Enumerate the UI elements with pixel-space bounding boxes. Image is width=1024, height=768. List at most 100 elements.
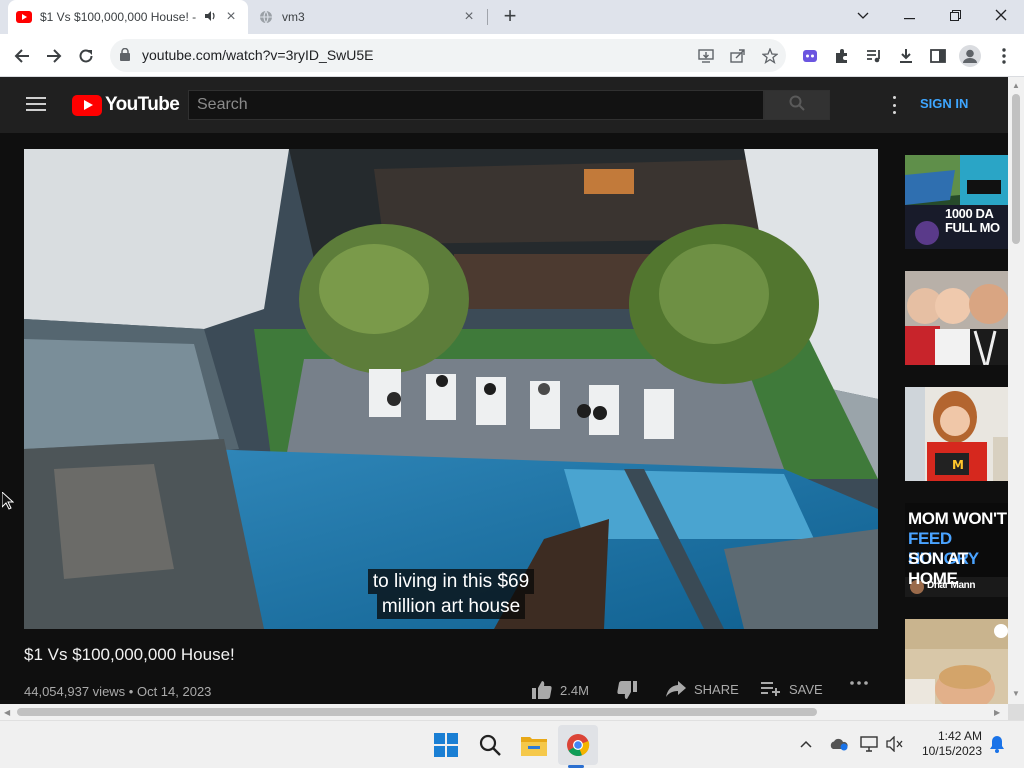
taskbar-search-icon[interactable] xyxy=(470,725,510,765)
recommended-video-5[interactable] xyxy=(905,619,1008,704)
youtube-play-icon xyxy=(72,94,102,116)
youtube-page: YouTube Search SIGN IN to living in this… xyxy=(0,77,1008,704)
dislike-button[interactable] xyxy=(617,681,645,699)
file-explorer-icon[interactable] xyxy=(514,725,554,765)
save-label: SAVE xyxy=(789,681,823,697)
restore-icon[interactable] xyxy=(932,0,978,30)
volume-muted-icon[interactable] xyxy=(884,733,906,755)
network-icon[interactable] xyxy=(858,733,880,755)
thumbnail-channel: Dhar Mann xyxy=(927,580,976,591)
side-panel-icon[interactable] xyxy=(924,42,952,70)
close-tab-icon[interactable]: × xyxy=(460,8,478,26)
recommended-video-4[interactable]: MOM WON'T FEED HUNGRY SON AT HOME Dhar M… xyxy=(905,503,1008,597)
hamburger-menu-icon[interactable] xyxy=(26,97,46,111)
scroll-right-arrow-icon[interactable]: ▶ xyxy=(994,708,1000,717)
address-bar[interactable]: youtube.com/watch?v=3ryID_SwU5E xyxy=(110,39,786,72)
install-app-icon[interactable] xyxy=(695,45,717,67)
forward-icon[interactable] xyxy=(40,42,68,70)
search-icon xyxy=(789,95,805,116)
globe-icon xyxy=(258,9,274,25)
scrollbar-corner xyxy=(1008,704,1024,720)
tab-separator xyxy=(487,9,488,25)
extension-icon[interactable] xyxy=(796,42,824,70)
meta-separator: • xyxy=(125,684,137,699)
windows-start-icon[interactable] xyxy=(426,725,466,765)
thumbs-up-icon xyxy=(532,681,552,699)
tab-vm3[interactable]: vm3 × xyxy=(250,0,486,34)
speaker-icon[interactable] xyxy=(202,10,218,25)
horizontal-scroll-thumb[interactable] xyxy=(17,708,817,716)
video-player[interactable]: to living in this $69 million art house xyxy=(24,149,878,629)
puzzle-extensions-icon[interactable] xyxy=(828,42,856,70)
thumbnail-image xyxy=(905,619,1008,704)
close-window-icon[interactable] xyxy=(978,0,1024,30)
clock-time: 1:42 AM xyxy=(937,729,982,743)
notification-bell-icon[interactable] xyxy=(986,733,1008,755)
url-text: youtube.com/watch?v=3ryID_SwU5E xyxy=(142,47,374,63)
tab-title: vm3 xyxy=(282,10,305,24)
share-icon[interactable] xyxy=(727,45,749,67)
browser-menu-icon[interactable] xyxy=(990,42,1018,70)
download-icon[interactable] xyxy=(892,42,920,70)
youtube-favicon xyxy=(16,9,32,25)
bookmark-star-icon[interactable] xyxy=(759,45,781,67)
thumbnail-image xyxy=(905,271,1008,365)
youtube-masthead: YouTube Search SIGN IN xyxy=(0,77,1008,133)
recommended-video-3[interactable]: M xyxy=(905,387,1008,481)
onedrive-icon[interactable] xyxy=(828,733,850,755)
profile-avatar-icon[interactable] xyxy=(956,42,984,70)
tab-strip: $1 Vs $100,000,000 House! - × vm3 × + xyxy=(0,0,1024,34)
youtube-logo[interactable]: YouTube xyxy=(72,94,180,116)
upload-date: Oct 14, 2023 xyxy=(136,684,212,699)
video-frame-image xyxy=(24,149,878,629)
thumbnail-text-2: FULL MO xyxy=(945,220,1000,235)
tray-chevron-up-icon[interactable] xyxy=(795,733,817,755)
share-arrow-icon xyxy=(666,681,686,697)
thumbnail-text-1: 1000 DA xyxy=(945,206,994,221)
lock-icon[interactable] xyxy=(120,47,130,66)
system-clock[interactable]: 1:42 AM 10/15/2023 xyxy=(910,729,982,759)
mouse-cursor-icon xyxy=(1,490,15,515)
tab-title: $1 Vs $100,000,000 House! - xyxy=(40,10,197,24)
thumbnail-text-1: MOM WON'T xyxy=(908,509,1007,528)
sign-in-button[interactable]: SIGN IN xyxy=(920,96,968,111)
svg-text:M: M xyxy=(952,458,964,472)
vertical-scrollbar[interactable]: ▲ ▼ xyxy=(1008,77,1024,704)
horizontal-scrollbar[interactable]: ◀ ▶ xyxy=(0,704,1008,720)
thumbnail-image: M xyxy=(905,387,1008,481)
tab-youtube[interactable]: $1 Vs $100,000,000 House! - × xyxy=(8,0,248,34)
playlist-add-icon xyxy=(761,681,781,697)
search-input[interactable]: Search xyxy=(188,90,764,120)
more-actions-icon[interactable] xyxy=(850,681,868,685)
recommended-video-1[interactable]: 1000 DA FULL MO xyxy=(905,155,1008,249)
chrome-icon[interactable] xyxy=(558,725,598,765)
caption-line-1: to living in this $69 xyxy=(367,569,535,594)
share-button[interactable]: SHARE xyxy=(666,681,739,697)
reload-icon[interactable] xyxy=(72,42,100,70)
caption-line-2: million art house xyxy=(376,594,526,619)
windows-taskbar: 1:42 AM 10/15/2023 xyxy=(0,720,1024,768)
view-count: 44,054,937 views xyxy=(24,684,126,699)
clock-date: 10/15/2023 xyxy=(921,744,982,758)
like-count: 2.4M xyxy=(560,682,589,698)
like-button[interactable]: 2.4M xyxy=(532,681,589,699)
media-controls-icon[interactable] xyxy=(860,42,888,70)
minimize-icon[interactable] xyxy=(886,0,932,30)
close-tab-icon[interactable]: × xyxy=(222,8,240,26)
scroll-up-arrow-icon[interactable]: ▲ xyxy=(1012,81,1020,90)
recommended-video-2[interactable] xyxy=(905,271,1008,365)
share-label: SHARE xyxy=(694,681,739,697)
back-icon[interactable] xyxy=(8,42,36,70)
search-button[interactable] xyxy=(764,90,830,120)
video-caption: to living in this $69 million art house xyxy=(24,569,878,619)
scroll-left-arrow-icon[interactable]: ◀ xyxy=(4,708,10,717)
vertical-scroll-thumb[interactable] xyxy=(1012,94,1020,244)
video-meta: 44,054,937 views • Oct 14, 2023 xyxy=(24,684,211,699)
save-button[interactable]: SAVE xyxy=(761,681,823,697)
new-tab-button[interactable]: + xyxy=(498,4,522,28)
settings-kebab-icon[interactable] xyxy=(886,96,902,114)
scroll-down-arrow-icon[interactable]: ▼ xyxy=(1012,689,1020,698)
chevron-down-icon[interactable] xyxy=(840,0,886,30)
browser-toolbar: youtube.com/watch?v=3ryID_SwU5E xyxy=(0,34,1024,77)
video-title: $1 Vs $100,000,000 House! xyxy=(24,645,235,664)
